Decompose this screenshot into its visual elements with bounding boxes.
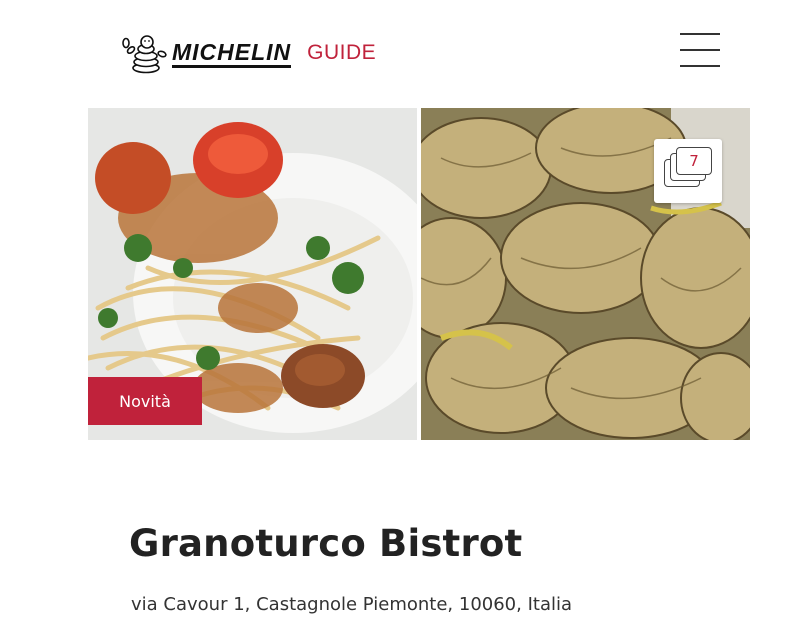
photo-count-button[interactable]: 7 <box>654 139 722 203</box>
michelin-guide-logo[interactable]: MICHELIN GUIDE <box>118 32 418 76</box>
bibendum-icon <box>122 35 167 74</box>
restaurant-name: Granoturco Bistrot <box>129 522 523 565</box>
site-header: MICHELIN GUIDE <box>0 0 800 100</box>
brand-wordmark: MICHELIN <box>172 40 292 68</box>
new-badge[interactable]: Novità <box>88 377 202 425</box>
hamburger-menu-icon[interactable] <box>680 33 722 69</box>
guide-wordmark: GUIDE <box>307 41 377 64</box>
restaurant-address: via Cavour 1, Castagnole Piemonte, 10060… <box>131 594 572 615</box>
photo-count: 7 <box>676 147 712 175</box>
